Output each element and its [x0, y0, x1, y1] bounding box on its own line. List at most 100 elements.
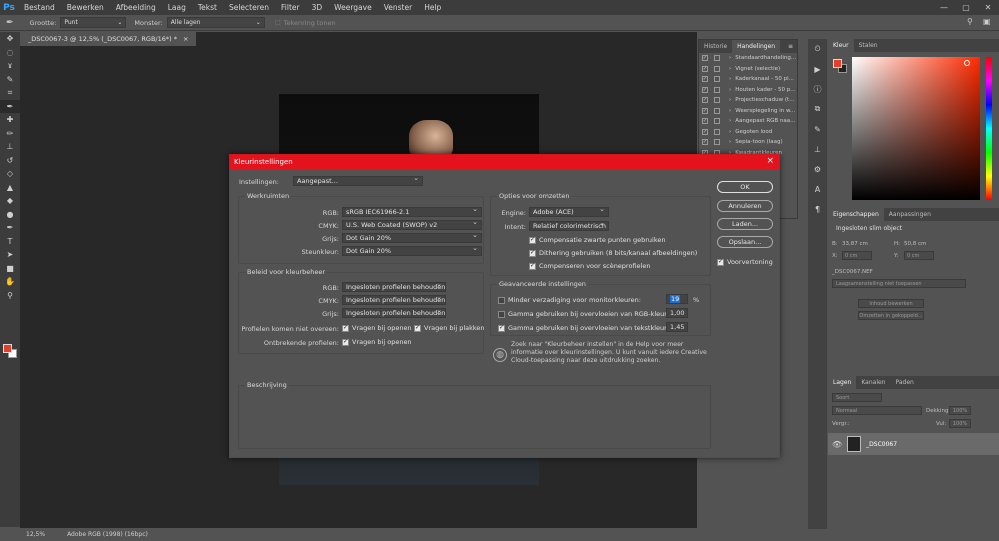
- tab-aanpassingen[interactable]: Aanpassingen: [884, 208, 936, 221]
- desaturate-checkbox[interactable]: Minder verzadiging voor monitorkleuren:: [498, 296, 641, 304]
- ring-checkbox[interactable]: ☐: [275, 19, 281, 27]
- x-field[interactable]: 0 cm: [842, 251, 872, 260]
- chevron-right-icon[interactable]: ›: [729, 97, 731, 103]
- pen-icon[interactable]: ✒: [0, 221, 20, 235]
- color-picker-marker[interactable]: [964, 60, 970, 66]
- gray-workspace-select[interactable]: Dot Gain 20%: [342, 233, 482, 243]
- menu-bestand[interactable]: Bestand: [18, 3, 61, 12]
- action-toggle-checkbox[interactable]: ✓: [702, 55, 708, 62]
- dialog-toggle-checkbox[interactable]: [714, 76, 720, 83]
- dialog-toggle-checkbox[interactable]: [714, 139, 720, 146]
- paragraph-icon[interactable]: ¶: [808, 199, 827, 219]
- panel-menu-icon[interactable]: ≡: [788, 43, 793, 50]
- spot-workspace-select[interactable]: Dot Gain 20%: [342, 246, 482, 256]
- tab-historie[interactable]: Historie: [699, 40, 732, 53]
- tab-kleur[interactable]: Kleur: [828, 39, 854, 52]
- action-item[interactable]: ✓ › Sepia-toon (laag): [699, 137, 797, 148]
- zoom-level[interactable]: 12,5%: [26, 531, 45, 538]
- brush-icon[interactable]: ✏: [0, 127, 20, 141]
- action-toggle-checkbox[interactable]: ✓: [702, 97, 708, 104]
- action-toggle-checkbox[interactable]: ✓: [702, 139, 708, 146]
- info-icon[interactable]: ⓘ: [808, 79, 827, 99]
- quick-select-icon[interactable]: ✎: [0, 73, 20, 87]
- minimize-icon[interactable]: —: [933, 0, 955, 15]
- cancel-button[interactable]: Annuleren: [717, 200, 773, 212]
- stamp-icon[interactable]: ⊥: [0, 140, 20, 154]
- dialog-toggle-checkbox[interactable]: [714, 118, 720, 125]
- dialog-toggle-checkbox[interactable]: [714, 65, 720, 72]
- blend-text-input[interactable]: 1,45: [666, 322, 688, 332]
- dialog-toggle-checkbox[interactable]: [714, 86, 720, 93]
- hue-slider[interactable]: [986, 57, 992, 200]
- blend-rgb-input[interactable]: 1,00: [666, 308, 688, 318]
- dither-checkbox[interactable]: ✓ Dithering gebruiken (8 bits/kanaal afbe…: [529, 249, 697, 257]
- menu-weergave[interactable]: Weergave: [328, 3, 378, 12]
- crop-icon[interactable]: ⌗: [0, 86, 20, 100]
- y-field[interactable]: 0 cm: [904, 251, 934, 260]
- settings-select[interactable]: Aangepast...: [293, 176, 423, 186]
- dodge-icon[interactable]: ●: [0, 208, 20, 222]
- chevron-right-icon[interactable]: ›: [729, 87, 731, 93]
- height-value[interactable]: 50,8 cm: [904, 241, 926, 247]
- policy-cmyk-select[interactable]: Ingesloten profielen behouden: [342, 295, 446, 305]
- hand-icon[interactable]: ✋: [0, 275, 20, 289]
- menu-venster[interactable]: Venster: [378, 3, 418, 12]
- layer-row[interactable]: 👁 _DSC0067: [828, 433, 999, 455]
- action-item[interactable]: ✓ › Projectieschaduw (t...: [699, 95, 797, 106]
- sample-select[interactable]: Alle lagen ⌄: [166, 17, 265, 28]
- action-toggle-checkbox[interactable]: ✓: [702, 86, 708, 93]
- action-item[interactable]: ✓ › Vignet (selectie): [699, 64, 797, 75]
- chevron-right-icon[interactable]: ›: [729, 108, 731, 114]
- bpc-checkbox[interactable]: ✓ Compensatie zwarte punten gebruiken: [529, 236, 665, 244]
- chevron-right-icon[interactable]: ›: [729, 118, 731, 124]
- menu-afbeelding[interactable]: Afbeelding: [110, 3, 162, 12]
- action-item[interactable]: ✓ › Gegoten lood: [699, 127, 797, 138]
- adjust-icon[interactable]: ⚙: [808, 159, 827, 179]
- tab-eigenschappen[interactable]: Eigenschappen: [828, 208, 884, 221]
- layer-comps-icon[interactable]: ⧉: [808, 99, 827, 119]
- menu-filter[interactable]: Filter: [275, 3, 306, 12]
- engine-select[interactable]: Adobe (ACE): [529, 207, 609, 217]
- ok-button[interactable]: OK: [717, 181, 773, 193]
- missing-open-checkbox[interactable]: ✓ Vragen bij openen: [342, 338, 412, 346]
- tab-lagen[interactable]: Lagen: [828, 376, 857, 389]
- cmyk-workspace-select[interactable]: U.S. Web Coated (SWOP) v2: [342, 220, 482, 230]
- layer-filter-select[interactable]: Soort: [832, 393, 882, 402]
- action-item[interactable]: ✓ › Standaardhandeling...: [699, 53, 797, 64]
- action-toggle-checkbox[interactable]: ✓: [702, 107, 708, 114]
- blur-icon[interactable]: ◆: [0, 194, 20, 208]
- color-foreground-swatch[interactable]: [833, 59, 842, 68]
- desaturate-input[interactable]: 19: [666, 294, 688, 304]
- fill-field[interactable]: 100%: [949, 419, 971, 428]
- type-icon[interactable]: T: [0, 235, 20, 249]
- eyedropper-icon[interactable]: ✒: [0, 99, 20, 113]
- intent-select[interactable]: Relatief colorimetrisch: [529, 221, 609, 231]
- character-icon[interactable]: A: [808, 179, 827, 199]
- photoshop-logo[interactable]: Ps: [0, 0, 18, 15]
- maximize-icon[interactable]: ▢: [955, 0, 977, 15]
- action-toggle-checkbox[interactable]: ✓: [702, 118, 708, 125]
- scene-checkbox[interactable]: ✓ Compenseren voor scèneprofielen: [529, 262, 650, 270]
- tab-close-icon[interactable]: ×: [183, 35, 188, 43]
- preview-checkbox[interactable]: ✓ Voorvertoning: [717, 258, 773, 266]
- search-icon[interactable]: ⚲: [967, 17, 979, 29]
- chevron-right-icon[interactable]: ›: [729, 129, 731, 135]
- action-item[interactable]: ✓ › Houten kader - 50 p...: [699, 85, 797, 96]
- clone-source-icon[interactable]: ⊥: [808, 139, 827, 159]
- action-item[interactable]: ✓ › Weerspiegeling in w...: [699, 106, 797, 117]
- dialog-toggle-checkbox[interactable]: [714, 55, 720, 62]
- tab-stalen[interactable]: Stalen: [854, 39, 883, 52]
- chevron-right-icon[interactable]: ›: [729, 76, 731, 82]
- document-tab[interactable]: _DSC0067-3 @ 12,5% (_DSC0067, RGB/16*) *…: [20, 32, 197, 46]
- chevron-right-icon[interactable]: ›: [729, 66, 731, 72]
- menu-selecteren[interactable]: Selecteren: [223, 3, 275, 12]
- menu-help[interactable]: Help: [418, 3, 447, 12]
- color-picker-field[interactable]: [852, 57, 980, 200]
- mismatch-open-checkbox[interactable]: ✓ Vragen bij openen: [342, 324, 412, 332]
- action-item[interactable]: ✓ › Aangepast RGB naa...: [699, 116, 797, 127]
- size-select[interactable]: Punt ⌄: [60, 17, 127, 28]
- action-toggle-checkbox[interactable]: ✓: [702, 76, 708, 83]
- brush-preset-icon[interactable]: ✎: [808, 119, 827, 139]
- policy-rgb-select[interactable]: Ingesloten profielen behouden: [342, 282, 446, 292]
- visibility-eye-icon[interactable]: 👁: [832, 440, 842, 449]
